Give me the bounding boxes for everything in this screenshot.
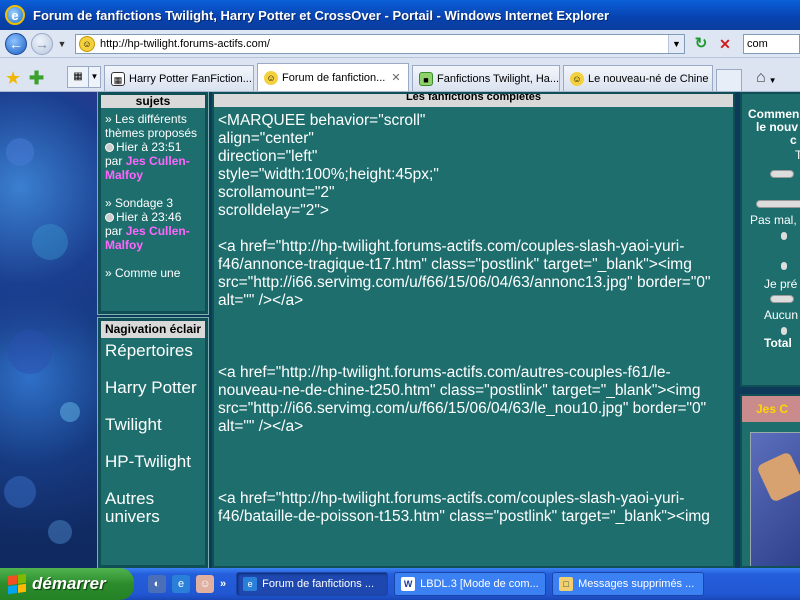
user-name[interactable]: Jes C	[742, 396, 800, 422]
poll-result-bar	[756, 200, 800, 208]
poll-option-label: Je pré	[764, 277, 798, 291]
history-dropdown-icon[interactable]: ▼	[55, 39, 69, 49]
poll-radio[interactable]	[781, 327, 787, 335]
quick-tabs-icon[interactable]: ▦	[67, 66, 89, 88]
forward-button[interactable]: →	[31, 32, 53, 55]
taskbar: démarrer ◐ e ☺ » e Forum de fanfictions …	[0, 568, 800, 600]
poll-question-line: c	[790, 133, 797, 147]
task-label: Forum de fanfictions ...	[262, 578, 375, 590]
navigation-header: Nagivation éclair	[101, 321, 205, 338]
clock-icon	[105, 142, 114, 152]
ie-icon: e	[243, 577, 258, 591]
tab-fanfictions-twilight[interactable]: ■ Fanfictions Twilight, Ha...	[412, 65, 560, 91]
tab-forum-active[interactable]: ☺ Forum de fanfiction... ✕	[257, 63, 409, 91]
start-label: démarrer	[32, 574, 106, 593]
search-input[interactable]: com	[743, 33, 800, 54]
poll-radio[interactable]	[781, 262, 787, 270]
tab-close-icon[interactable]: ✕	[391, 71, 400, 84]
back-button[interactable]: ←	[5, 32, 27, 55]
avatar[interactable]	[750, 432, 800, 566]
tab-label: Fanfictions Twilight, Ha...	[437, 72, 560, 85]
topic-time: Hier à 23:51	[116, 140, 182, 154]
topic-link[interactable]: » Les différents thèmes proposés	[105, 112, 201, 140]
taskbar-item-forum[interactable]: e Forum de fanfictions ...	[236, 572, 389, 596]
tab-harry-potter[interactable]: ▦ Harry Potter FanFiction...	[104, 65, 254, 91]
topic-time: Hier à 23:46	[116, 210, 182, 224]
taskbar-item-messages[interactable]: □ Messages supprimés ...	[552, 572, 705, 596]
by-label: par	[105, 154, 123, 168]
smiley-favicon-icon: ☺	[264, 70, 278, 85]
smiley-favicon-icon: ☺	[570, 71, 584, 86]
tab-label: Le nouveau-né de Chine	[588, 72, 709, 85]
address-toolbar: ← → ▼ ☺ http://hp-twilight.forums-actifs…	[0, 30, 800, 58]
page-content: sujets » Les différents thèmes proposés …	[0, 92, 800, 568]
chat-favicon-icon: ■	[419, 71, 433, 86]
nav-link-harry-potter[interactable]: Harry Potter	[105, 379, 201, 397]
poll-radio[interactable]	[781, 232, 787, 240]
address-dropdown-icon[interactable]: ▼	[668, 34, 684, 53]
title-bar: e Forum de fanfictions Twilight, Harry P…	[0, 0, 800, 30]
poll-total-label: Total	[764, 336, 792, 350]
poll-module: Commen le nouv c T Pas mal, Je pré Aucun…	[740, 92, 800, 387]
quicklaunch-app-icon[interactable]: ☺	[196, 575, 214, 593]
window-icon: □	[559, 577, 574, 591]
user-module: Jes C	[740, 394, 800, 568]
main-column: Les fanfictions complètes <MARQUEE behav…	[212, 92, 735, 568]
url-text[interactable]: http://hp-twilight.forums-actifs.com/	[100, 38, 668, 50]
address-field[interactable]: ☺ http://hp-twilight.forums-actifs.com/ …	[75, 33, 685, 54]
by-label: par	[105, 224, 123, 238]
latest-topics-module: sujets » Les différents thèmes proposés …	[97, 92, 209, 315]
start-button[interactable]: démarrer	[0, 568, 134, 600]
tab-list-dropdown-icon[interactable]: ▼	[89, 66, 101, 88]
favorites-star-icon[interactable]: ★	[5, 65, 25, 91]
main-section-header: Les fanfictions complètes	[214, 94, 733, 107]
tab-label: Forum de fanfiction...	[282, 71, 386, 84]
tab-nouveau-ne[interactable]: ☺ Le nouveau-né de Chine	[563, 65, 713, 91]
tab-bar: ★ ✚ ▦ ▼ ▦ Harry Potter FanFiction... ☺ F…	[0, 58, 800, 92]
navigation-module: Nagivation éclair Répertoires Harry Pott…	[97, 317, 209, 568]
poll-option-label: T	[748, 149, 800, 162]
windows-logo-icon	[8, 573, 26, 595]
topic-link[interactable]: » Sondage 3	[105, 196, 201, 210]
refresh-icon[interactable]: ↻	[691, 34, 711, 54]
new-tab-button[interactable]	[716, 69, 742, 91]
nav-link-repertoires[interactable]: Répertoires	[105, 342, 201, 360]
site-favicon-icon: ☺	[79, 35, 95, 52]
latest-topics-header: sujets	[101, 95, 205, 108]
quicklaunch-icon[interactable]: ◐	[148, 575, 166, 593]
poll-option-label: Aucun	[764, 308, 799, 322]
taskbar-item-word[interactable]: W LBDL.3 [Mode de com...	[394, 572, 547, 596]
clock-icon	[105, 212, 114, 222]
page-icon: ▦	[111, 71, 125, 86]
word-icon: W	[401, 577, 416, 591]
home-dropdown-icon[interactable]: ▼	[769, 76, 777, 85]
avatar-image	[756, 451, 800, 503]
background-bubbles	[4, 138, 80, 544]
ie-icon: e	[5, 5, 25, 25]
window-title: Forum de fanfictions Twilight, Harry Pot…	[33, 7, 610, 23]
task-label: Messages supprimés ...	[578, 578, 695, 590]
nav-link-hp-twilight[interactable]: HP-Twilight	[105, 453, 201, 471]
poll-option-label: Pas mal,	[750, 213, 797, 227]
home-icon[interactable]: ⌂	[756, 69, 766, 87]
task-label: LBDL.3 [Mode de com...	[420, 578, 539, 590]
quicklaunch-more[interactable]: »	[220, 578, 226, 590]
marquee-code-text: <MARQUEE behavior="scroll" align="center…	[218, 112, 711, 525]
right-column: Commen le nouv c T Pas mal, Je pré Aucun…	[740, 92, 800, 568]
tab-label: Harry Potter FanFiction...	[129, 72, 252, 85]
nav-link-autres-univers[interactable]: Autres univers	[105, 490, 201, 526]
stop-icon[interactable]: ✕	[715, 34, 735, 54]
left-column: sujets » Les différents thèmes proposés …	[97, 92, 209, 568]
add-favorite-icon[interactable]: ✚	[29, 65, 49, 91]
nav-link-twilight[interactable]: Twilight	[105, 416, 201, 434]
quicklaunch-ie-icon[interactable]: e	[172, 575, 190, 593]
poll-result-bar	[770, 295, 794, 303]
topic-link[interactable]: » Comme une	[105, 266, 201, 280]
poll-result-bar	[770, 170, 794, 178]
